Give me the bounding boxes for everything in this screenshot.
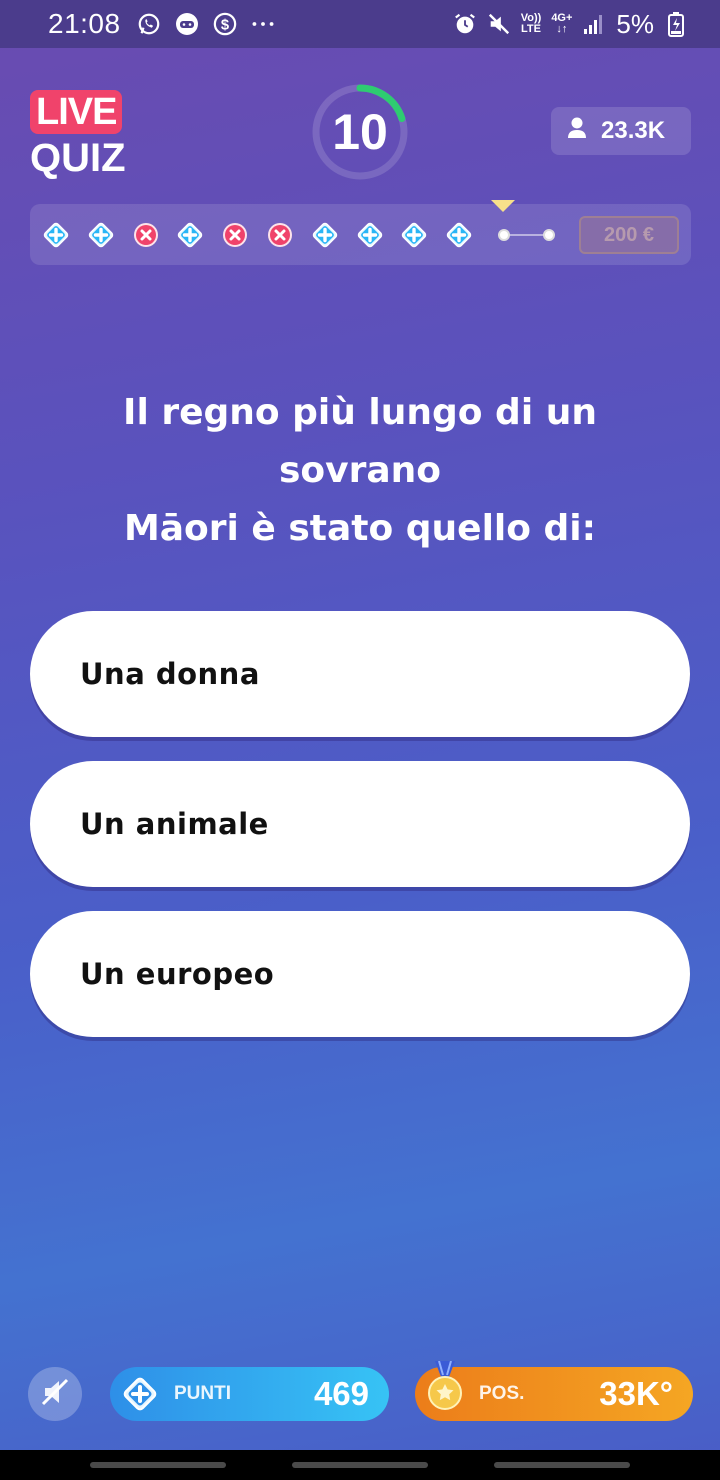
game-icon	[175, 12, 199, 36]
question-line-2: Māori è stato quello di:	[123, 508, 597, 549]
answer-option-3[interactable]: Un europeo	[30, 911, 690, 1037]
progress-step-correct-icon	[400, 221, 428, 249]
nav-back-button[interactable]	[494, 1462, 630, 1468]
medal-icon	[425, 1360, 465, 1413]
user-icon	[567, 117, 587, 146]
points-label: PUNTI	[174, 1383, 231, 1404]
points-value: 469	[313, 1375, 369, 1412]
question-line-1: Il regno più lungo di un sovrano	[123, 392, 597, 491]
volte-indicator: Vo)) LTE	[520, 12, 542, 35]
progress-step-correct-icon	[87, 221, 115, 249]
alarm-icon	[453, 12, 477, 36]
answer-label: Un europeo	[80, 957, 275, 991]
points-pill: PUNTI 469	[110, 1367, 389, 1421]
network-indicator: 4G+ ↓↑	[551, 12, 573, 35]
whatsapp-icon	[137, 12, 161, 36]
status-time: 21:08	[48, 8, 121, 39]
battery-percent: 5%	[616, 8, 654, 39]
points-diamond-icon	[120, 1374, 160, 1414]
progress-step-correct-icon	[445, 221, 473, 249]
answer-option-1[interactable]: Una donna	[30, 611, 690, 737]
status-system-icons: Vo)) LTE 4G+ ↓↑ 5%	[453, 9, 688, 40]
more-dots-icon	[251, 12, 275, 36]
question-progress-strip: 200 €	[30, 200, 691, 265]
nav-recent-button[interactable]	[90, 1462, 226, 1468]
sound-toggle-button[interactable]	[28, 1367, 82, 1421]
battery-charging-icon	[664, 12, 688, 37]
logo-quiz-text: QUIZ	[30, 136, 126, 180]
dollar-icon: $	[213, 12, 237, 36]
progress-step-correct-icon	[356, 221, 384, 249]
timer-value: 10	[332, 104, 388, 160]
answer-option-2[interactable]: Un animale	[30, 761, 690, 887]
position-value: 33K°	[599, 1375, 673, 1412]
progress-step-pending	[498, 229, 510, 241]
progress-step-correct-icon	[176, 221, 204, 249]
progress-step-pending	[542, 229, 555, 241]
viewer-count: 23.3K	[601, 117, 666, 144]
question-text: Il regno più lungo di un sovrano Māori è…	[40, 384, 680, 558]
sound-off-icon	[39, 1376, 71, 1412]
nav-home-button[interactable]	[292, 1462, 428, 1468]
signal-icon	[582, 12, 606, 36]
status-bar: 21:08 $ Vo)) LTE 4G+ ↓↑ 5%	[0, 0, 720, 48]
progress-step-wrong-icon	[221, 221, 249, 249]
current-question-marker	[491, 200, 515, 212]
mute-icon	[487, 12, 511, 36]
countdown-timer: 10	[310, 82, 410, 182]
prize-badge: 200 €	[579, 216, 679, 254]
progress-step-wrong-icon	[132, 221, 160, 249]
position-label: POS.	[479, 1383, 525, 1404]
viewer-count-badge: 23.3K	[551, 107, 691, 155]
position-pill: POS. 33K°	[415, 1360, 693, 1421]
answer-label: Un animale	[80, 807, 269, 841]
status-notification-icons: $	[137, 12, 275, 36]
live-quiz-logo: LIVE QUIZ	[28, 86, 140, 182]
logo-live-text: LIVE	[30, 90, 123, 134]
svg-text:$: $	[220, 18, 228, 34]
progress-step-correct-icon	[42, 221, 70, 249]
progress-step-correct-icon	[311, 221, 339, 249]
answer-label: Una donna	[80, 657, 260, 691]
progress-step-wrong-icon	[266, 221, 294, 249]
system-navigation-bar	[0, 1450, 720, 1480]
